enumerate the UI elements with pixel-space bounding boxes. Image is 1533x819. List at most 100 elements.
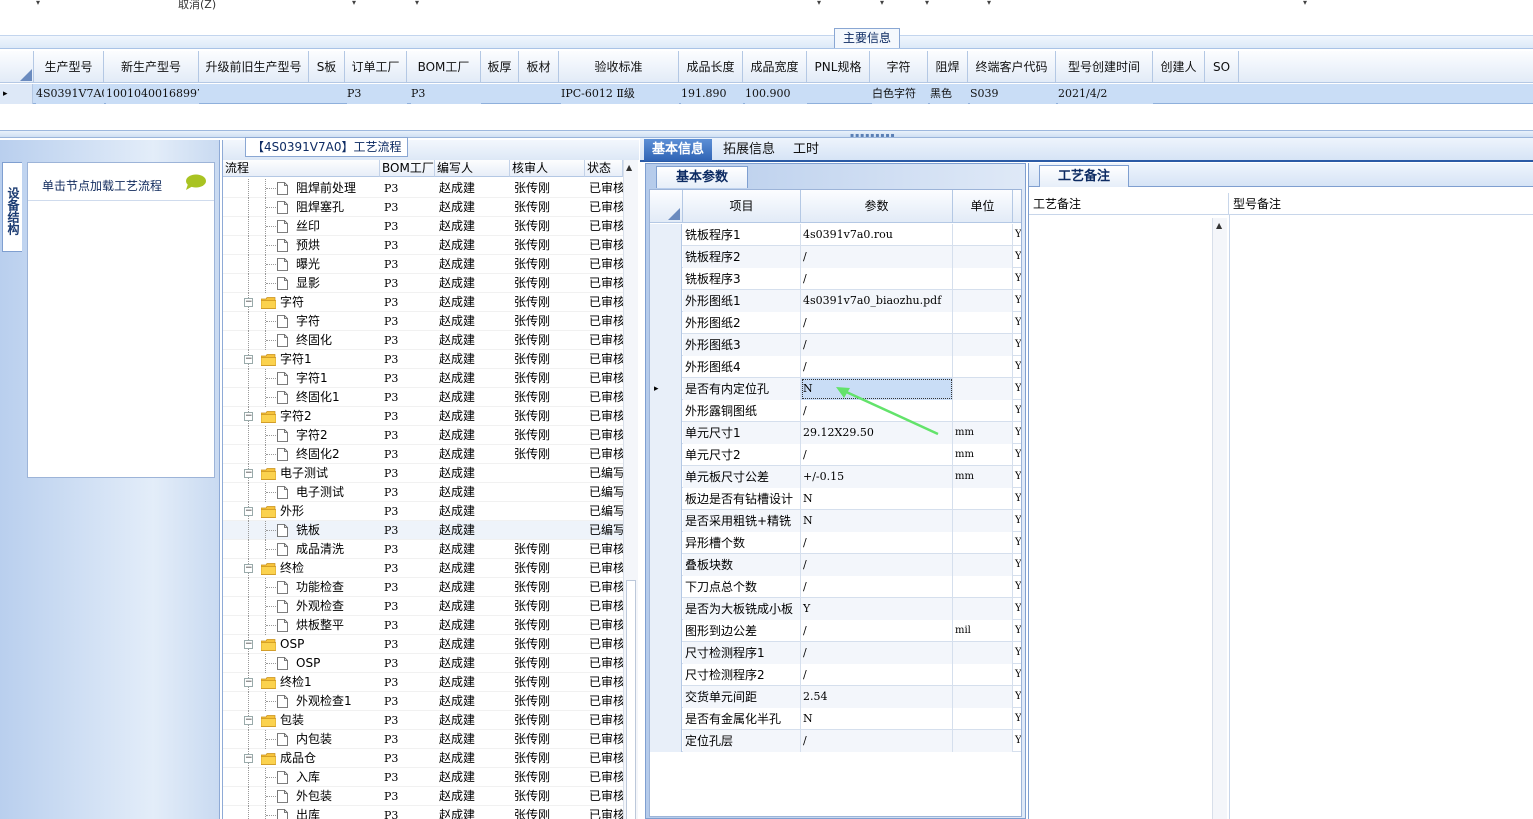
- col-so[interactable]: SO: [1205, 51, 1239, 83]
- tab-extended-info[interactable]: 拓展信息: [715, 139, 783, 161]
- param-value[interactable]: N: [801, 510, 953, 532]
- col-bom-factory[interactable]: BOM工厂: [380, 160, 435, 177]
- col-item[interactable]: 项目: [683, 190, 801, 223]
- dropdown-arrow-icon[interactable]: ▾: [817, 0, 821, 7]
- tree-row[interactable]: 出库 P3 赵成建 张传刚 已审核: [223, 806, 623, 819]
- tree-row[interactable]: 显影 P3 赵成建 张传刚 已审核: [223, 274, 623, 293]
- tree-row[interactable]: OSP P3 赵成建 张传刚 已审核: [223, 654, 623, 673]
- param-row[interactable]: 下刀点总个数 / Y: [650, 576, 1021, 598]
- param-row[interactable]: 交货单元间距 2.54 Y: [650, 686, 1021, 708]
- col-thickness[interactable]: 板厚: [481, 51, 519, 83]
- tree-row[interactable]: 终固化2 P3 赵成建 张传刚 已审核: [223, 445, 623, 464]
- tree-row[interactable]: 入库 P3 赵成建 张传刚 已审核: [223, 768, 623, 787]
- param-row[interactable]: 板边是否有钻槽设计 N Y: [650, 488, 1021, 510]
- param-row[interactable]: 是否为大板铣成小板 Y Y: [650, 598, 1021, 620]
- cell-length[interactable]: 191.890: [681, 84, 743, 104]
- param-value[interactable]: /: [801, 268, 953, 290]
- tab-work-hours[interactable]: 工时: [785, 139, 827, 161]
- param-value[interactable]: /: [801, 334, 953, 356]
- param-value[interactable]: 4s0391v7a0.rou: [801, 224, 953, 246]
- tree-row[interactable]: 电子测试 P3 赵成建 已编写: [223, 483, 623, 502]
- param-value[interactable]: /: [801, 312, 953, 334]
- col-standard[interactable]: 验收标准: [559, 51, 679, 83]
- param-value[interactable]: /: [801, 444, 953, 466]
- param-row[interactable]: 是否有金属化半孔 N Y: [650, 708, 1021, 730]
- param-value[interactable]: /: [801, 620, 953, 642]
- cell-new-model[interactable]: 10010400168997: [106, 84, 199, 104]
- col-s-board[interactable]: S板: [309, 51, 345, 83]
- tree-row[interactable]: − 成品仓 P3 赵成建 张传刚 已审核: [223, 749, 623, 768]
- param-row[interactable]: 外形图纸3/ Y: [650, 334, 1021, 356]
- tree-row[interactable]: 字符2 P3 赵成建 张传刚 已审核: [223, 426, 623, 445]
- cell-width[interactable]: 100.900: [745, 84, 807, 104]
- scroll-up-icon[interactable]: ▲: [1216, 221, 1222, 230]
- tree-row[interactable]: 阻焊前处理 P3 赵成建 张传刚 已审核: [223, 179, 623, 198]
- param-row[interactable]: 铣板程序1 4s0391v7a0.rou Y: [650, 224, 1021, 246]
- remark-scrollbar[interactable]: ▲: [1212, 218, 1227, 819]
- param-value[interactable]: /: [801, 730, 953, 752]
- col-production-model[interactable]: 生产型号: [34, 51, 104, 83]
- cell-bom-factory[interactable]: P3: [411, 84, 481, 104]
- dropdown-arrow-icon[interactable]: ▾: [925, 0, 929, 7]
- dropdown-arrow-icon[interactable]: ▾: [880, 0, 884, 7]
- dropdown-arrow-icon[interactable]: ▾: [415, 0, 419, 7]
- col-new-model[interactable]: 新生产型号: [104, 51, 199, 83]
- collapse-icon[interactable]: −: [244, 355, 253, 364]
- param-row[interactable]: 异形槽个数 / Y: [650, 532, 1021, 554]
- col-editor[interactable]: 编写人: [435, 160, 510, 177]
- tree-row[interactable]: − 包装 P3 赵成建 张传刚 已审核: [223, 711, 623, 730]
- tree-row[interactable]: − 外形 P3 赵成建 已编写: [223, 502, 623, 521]
- param-row[interactable]: 尺寸检测程序1/ Y: [650, 642, 1021, 664]
- tree-row[interactable]: 外观检查 P3 赵成建 张传刚 已审核: [223, 597, 623, 616]
- tree-row[interactable]: 内包装 P3 赵成建 张传刚 已审核: [223, 730, 623, 749]
- param-value[interactable]: 4s0391v7a0_biaozhu.pdf: [801, 290, 953, 312]
- cancel-menu[interactable]: 取消(Z): [178, 0, 216, 12]
- tree-row[interactable]: 铣板 P3 赵成建 已编写: [223, 521, 623, 540]
- col-order-factory[interactable]: 订单工厂: [345, 51, 407, 83]
- col-param[interactable]: 参数: [801, 190, 953, 223]
- scroll-thumb[interactable]: [626, 580, 636, 819]
- tree-row[interactable]: 外观检查1 P3 赵成建 张传刚 已审核: [223, 692, 623, 711]
- tab-process-remarks[interactable]: 工艺备注: [1039, 165, 1129, 187]
- param-value[interactable]: /: [801, 246, 953, 268]
- tree-row[interactable]: − 终检 P3 赵成建 张传刚 已审核: [223, 559, 623, 578]
- collapse-icon[interactable]: −: [244, 507, 253, 516]
- col-customer-code[interactable]: 终端客户代码: [968, 51, 1056, 83]
- param-row[interactable]: 图形到边公差 / mil Y: [650, 620, 1021, 642]
- param-value[interactable]: /: [801, 356, 953, 378]
- tree-row[interactable]: 字符 P3 赵成建 张传刚 已审核: [223, 312, 623, 331]
- collapse-icon[interactable]: −: [244, 564, 253, 573]
- param-row[interactable]: 铣板程序3/ Y: [650, 268, 1021, 290]
- col-material[interactable]: 板材: [519, 51, 559, 83]
- tree-row[interactable]: 终固化1 P3 赵成建 张传刚 已审核: [223, 388, 623, 407]
- collapse-icon[interactable]: −: [244, 678, 253, 687]
- param-row[interactable]: 单元尺寸2/mm Y: [650, 444, 1021, 466]
- dropdown-arrow-icon[interactable]: ▾: [36, 0, 40, 7]
- param-value[interactable]: +/-0.15: [801, 466, 953, 488]
- tree-row[interactable]: 阻焊塞孔 P3 赵成建 张传刚 已审核: [223, 198, 623, 217]
- tab-basic-params[interactable]: 基本参数: [656, 166, 748, 188]
- col-unit[interactable]: 单位: [953, 190, 1013, 223]
- dropdown-arrow-icon[interactable]: ▾: [1303, 0, 1307, 7]
- tree-row[interactable]: 功能检查 P3 赵成建 张传刚 已审核: [223, 578, 623, 597]
- dropdown-arrow-icon[interactable]: ▾: [987, 0, 991, 7]
- col-width[interactable]: 成品宽度: [743, 51, 807, 83]
- col-solder-mask[interactable]: 阻焊: [928, 51, 968, 83]
- param-row[interactable]: 定位孔层 / Y: [650, 730, 1021, 752]
- param-value[interactable]: 2.54: [801, 686, 953, 708]
- col-character[interactable]: 字符: [870, 51, 928, 83]
- param-value[interactable]: N: [801, 488, 953, 510]
- dropdown-arrow-icon[interactable]: ▾: [352, 0, 356, 7]
- collapse-icon[interactable]: −: [244, 469, 253, 478]
- param-row[interactable]: 尺寸检测程序2/ Y: [650, 664, 1021, 686]
- tree-row[interactable]: 成品清洗 P3 赵成建 张传刚 已审核: [223, 540, 623, 559]
- param-row[interactable]: 铣板程序2/ Y: [650, 246, 1021, 268]
- tree-row[interactable]: − 终检1 P3 赵成建 张传刚 已审核: [223, 673, 623, 692]
- col-bom-factory[interactable]: BOM工厂: [407, 51, 481, 83]
- param-row[interactable]: 是否采用粗铣+精铣 N Y: [650, 510, 1021, 532]
- tree-row[interactable]: − 字符1 P3 赵成建 张传刚 已审核: [223, 350, 623, 369]
- collapse-icon[interactable]: −: [244, 640, 253, 649]
- col-pnl[interactable]: PNL规格: [807, 51, 870, 83]
- param-row[interactable]: 外形图纸4/ Y: [650, 356, 1021, 378]
- col-length[interactable]: 成品长度: [679, 51, 743, 83]
